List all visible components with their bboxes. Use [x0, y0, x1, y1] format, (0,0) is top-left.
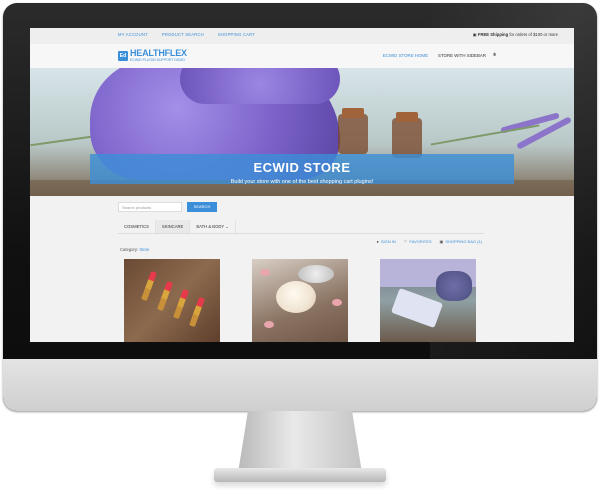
soap-image — [390, 287, 444, 329]
hero-subtitle: Build your store with one of the best sh… — [230, 179, 374, 185]
petal-image — [260, 269, 270, 276]
brand-name: HEALTHFLEX — [130, 48, 187, 58]
breadcrumb-store-link[interactable]: Store — [139, 247, 149, 252]
product-card-cosmetics[interactable] — [124, 259, 220, 342]
site-header: Ed HEALTHFLEX ECWID PLUGIN SUPPORT DEMO … — [30, 44, 574, 68]
favorites-label: FAVORITES — [409, 239, 432, 244]
logo-text: HEALTHFLEX ECWID PLUGIN SUPPORT DEMO — [130, 48, 187, 63]
nav-ecwid-store-home[interactable]: ECWID STORE HOME — [383, 53, 428, 58]
petal-image — [332, 299, 342, 306]
monitor-stand — [238, 411, 362, 473]
lavender-image — [436, 271, 472, 301]
cork-image — [396, 112, 418, 122]
chevron-down-icon: ⌄ — [225, 224, 229, 229]
shipping-bold: FREE Shipping — [477, 32, 509, 37]
cream-jar-image — [276, 281, 316, 313]
hero-title: ECWID STORE — [253, 160, 351, 175]
product-search-link[interactable]: PRODUCT SEARCH — [162, 32, 204, 37]
tab-cosmetics[interactable]: COSMETICS — [118, 220, 156, 233]
monitor-base — [214, 468, 386, 482]
lipstick-image — [141, 270, 157, 302]
category-tabs: COSMETICS SKINCARE BATH & BODY ⌄ — [118, 220, 484, 234]
lipstick-image — [189, 296, 205, 328]
shopping-cart-link[interactable]: SHOPPING CART — [218, 32, 255, 37]
sign-in-label: SIGN IN — [380, 239, 396, 244]
product-card-skincare[interactable] — [252, 259, 348, 342]
logo[interactable]: Ed HEALTHFLEX ECWID PLUGIN SUPPORT DEMO — [118, 49, 187, 62]
monitor-chin — [3, 359, 597, 411]
towel-roll-image — [180, 68, 340, 104]
petal-image — [264, 321, 274, 328]
brand-tagline: ECWID PLUGIN SUPPORT DEMO — [130, 58, 185, 62]
shopping-bag-label: SHOPPING BAG (1) — [445, 239, 482, 244]
jar-lid-image — [298, 265, 334, 283]
shipping-notice: ▣ FREE Shipping for orders of $100 or mo… — [473, 32, 558, 37]
breadcrumb-label: Category: — [120, 247, 139, 252]
screen: MY ACCOUNT PRODUCT SEARCH SHOPPING CART … — [30, 28, 574, 342]
account-links: ● SIGN IN ♡ FAVORITES ▣ SHOPPING BAG (1) — [376, 239, 482, 244]
top-links: MY ACCOUNT PRODUCT SEARCH SHOPPING CART — [118, 32, 255, 37]
hero-banner: ECWID STORE Build your store with one of… — [30, 68, 574, 196]
my-account-link[interactable]: MY ACCOUNT — [118, 32, 148, 37]
main-nav: ECWID STORE HOME STORE WITH SIDEBAR — [383, 53, 486, 58]
sign-in-link[interactable]: ● SIGN IN — [376, 239, 395, 244]
heart-icon: ♡ — [403, 239, 408, 244]
shopping-bag-link[interactable]: ▣ SHOPPING BAG (1) — [440, 239, 482, 244]
bottle-image — [392, 118, 422, 158]
nav-store-with-sidebar[interactable]: STORE WITH SIDEBAR — [438, 53, 486, 58]
lipstick-image — [173, 288, 189, 320]
breadcrumb: Category: Store — [120, 247, 149, 252]
lipstick-image — [157, 280, 173, 312]
tab-bath-body-label: BATH & BODY — [196, 224, 225, 229]
tab-skincare[interactable]: SKINCARE — [155, 220, 191, 233]
logo-mark: Ed — [118, 50, 128, 61]
truck-icon: ▣ — [472, 32, 477, 37]
share-icon[interactable]: ⩲ — [493, 52, 496, 58]
bottle-image — [338, 114, 368, 154]
bag-icon: ▣ — [439, 239, 444, 244]
user-icon: ● — [376, 239, 379, 244]
shipping-text: for orders of $100 or more — [509, 32, 558, 37]
search-input[interactable]: Search products — [118, 202, 182, 212]
favorites-link[interactable]: ♡ FAVORITES — [404, 239, 432, 244]
product-card-bath-body[interactable] — [380, 259, 476, 342]
top-bar: MY ACCOUNT PRODUCT SEARCH SHOPPING CART … — [30, 28, 574, 45]
cork-image — [342, 108, 364, 118]
tab-bath-body[interactable]: BATH & BODY ⌄ — [190, 220, 236, 233]
search-button[interactable]: SEARCH — [187, 202, 217, 212]
